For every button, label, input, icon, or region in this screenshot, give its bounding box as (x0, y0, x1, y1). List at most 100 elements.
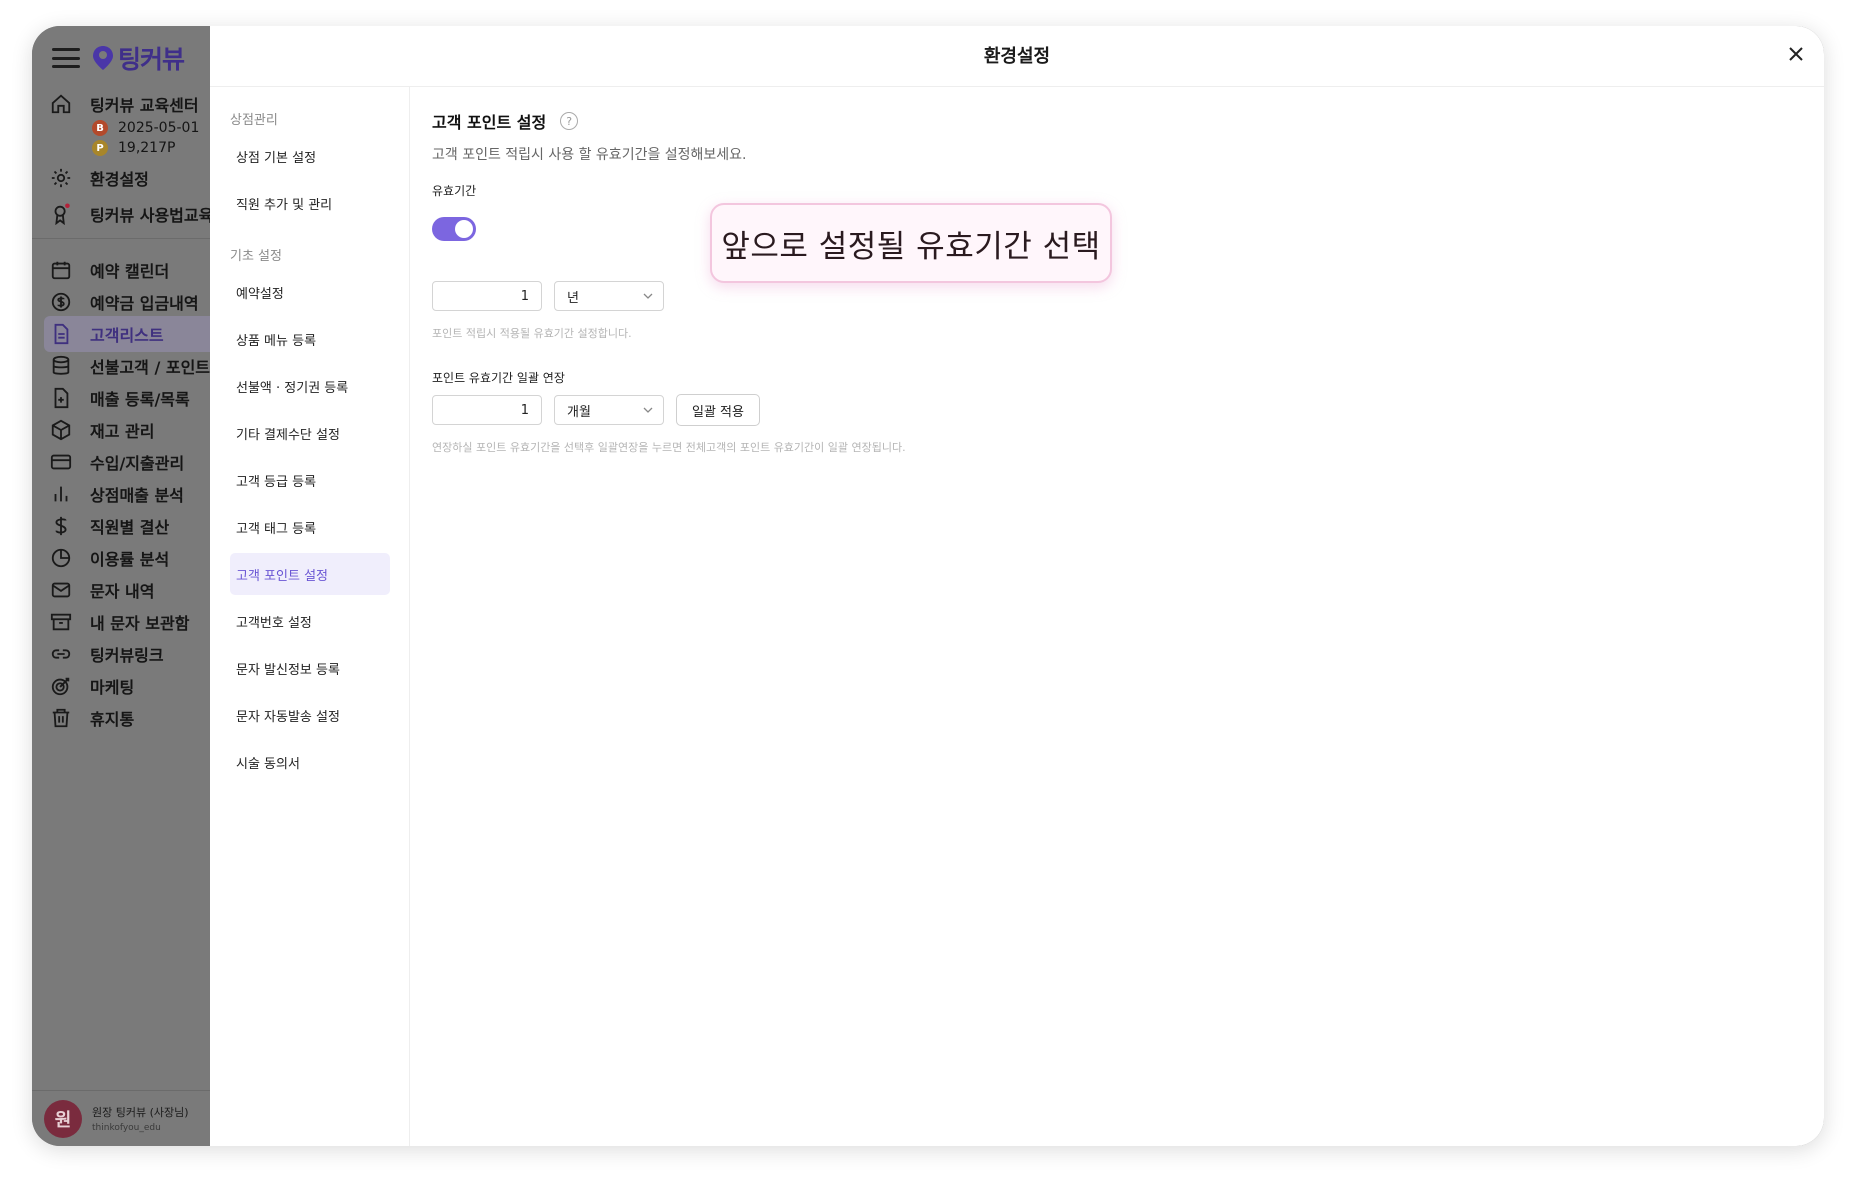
menu-item-reservation[interactable]: 예약설정 (230, 271, 390, 313)
file-plus-icon (54, 387, 69, 409)
award-icon (54, 203, 70, 225)
target-icon (51, 677, 70, 696)
nav-label: 직원별 결산 (90, 518, 170, 537)
user-name: 원장 팅커뷰 (사장님) (92, 1106, 189, 1119)
nav-item-customer-list[interactable]: 고객리스트 (44, 316, 224, 352)
bulk-value-input[interactable] (432, 395, 542, 425)
nav-label: 상점매출 분석 (90, 486, 184, 505)
dollar-circle-icon (51, 292, 71, 312)
tutorial-callout: 앞으로 설정될 유효기간 선택 (710, 203, 1112, 283)
nav-label: 팅커뷰 사용법교육 (90, 206, 214, 225)
menu-item-customer-tag[interactable]: 고객 태그 등록 (230, 506, 390, 548)
nav-item-sms-box[interactable]: 내 문자 보관함 (50, 610, 189, 634)
modal-header: 환경설정 (210, 26, 1824, 87)
nav-label: 팅커뷰 교육센터 (90, 96, 199, 115)
validity-value-input[interactable] (432, 281, 542, 311)
nav-label: 마케팅 (90, 678, 135, 697)
archive-icon (50, 613, 72, 631)
mail-icon (51, 582, 71, 598)
menu-item-sms-auto[interactable]: 문자 자동발송 설정 (230, 694, 390, 736)
settings-nav: 상점관리 상점 기본 설정 직원 추가 및 관리 기초 설정 예약설정 상품 메… (210, 87, 410, 1146)
nav-item-settings[interactable]: 환경설정 (50, 166, 149, 190)
nav-item-inventory[interactable]: 재고 관리 (50, 418, 154, 442)
points-value: 19,217P (118, 140, 176, 156)
dollar-icon (55, 516, 67, 536)
bulk-apply-button[interactable]: 일괄 적용 (676, 394, 760, 426)
nav-item-sms-history[interactable]: 문자 내역 (50, 578, 154, 602)
app-logo[interactable]: 팅커뷰 (92, 40, 185, 76)
validity-hint: 포인트 적립시 적용될 유효기간 설정합니다. (432, 327, 632, 340)
gear-icon (51, 168, 71, 188)
nav-item-trash[interactable]: 휴지통 (50, 706, 134, 730)
menu-item-customer-grade[interactable]: 고객 등급 등록 (230, 459, 390, 501)
menu-item-payment-methods[interactable]: 기타 결제수단 설정 (230, 412, 390, 454)
hamburger-menu-icon[interactable] (52, 48, 80, 68)
nav-item-sales[interactable]: 매출 등록/목록 (50, 386, 190, 410)
modal-title: 환경설정 (983, 46, 1051, 67)
nav-item-staff-settle[interactable]: 직원별 결산 (50, 514, 169, 538)
user-profile[interactable]: 원 원장 팅커뷰 (사장님) thinkofyou_edu (32, 1090, 210, 1146)
nav-label: 이용률 분석 (90, 550, 170, 569)
menu-item-product-menu[interactable]: 상품 메뉴 등록 (230, 318, 390, 360)
document-icon (54, 323, 69, 345)
nav-item-income[interactable]: 수입/지출관리 (50, 450, 184, 474)
nav-label: 팅커뷰링크 (90, 646, 164, 665)
help-icon[interactable]: ? (560, 112, 579, 130)
app-frame: 팅커뷰 팅커뷰 교육센터 B 2025-05-01 P 19,217P 환경설정… (32, 26, 1824, 1146)
b-coin-icon: B (92, 120, 108, 136)
chevron-down-icon (643, 293, 653, 299)
menu-item-customer-points[interactable]: 고객 포인트 설정 (230, 553, 390, 595)
nav-item-deposits[interactable]: 예약금 입금내역 (50, 290, 199, 314)
nav-item-calendar[interactable]: 예약 캘린더 (50, 258, 169, 282)
credit-card-icon (50, 454, 72, 470)
menu-item-store-basic[interactable]: 상점 기본 설정 (230, 135, 390, 177)
app-topbar: 팅커뷰 (52, 40, 185, 76)
validity-toggle[interactable] (432, 217, 476, 241)
nav-item-usage-analysis[interactable]: 이용률 분석 (50, 546, 169, 570)
calendar-icon (51, 261, 71, 280)
menu-item-consent[interactable]: 시술 동의서 (230, 741, 390, 783)
nav-label: 매출 등록/목록 (90, 390, 190, 409)
settings-modal: 환경설정 상점관리 상점 기본 설정 직원 추가 및 관리 기초 설정 예약설정… (210, 26, 1824, 1146)
nav-item-edu-center[interactable]: 팅커뷰 교육센터 (50, 92, 199, 116)
menu-item-customer-number[interactable]: 고객번호 설정 (230, 600, 390, 642)
store-points: P 19,217P (92, 140, 175, 156)
sidebar-divider (32, 238, 210, 239)
section-title: 고객 포인트 설정 ? (432, 109, 579, 133)
nav-label: 예약 캘린더 (90, 262, 170, 281)
nav-label: 휴지통 (90, 710, 135, 729)
app-sidebar: 팅커뷰 팅커뷰 교육센터 B 2025-05-01 P 19,217P 환경설정… (32, 26, 239, 1146)
group-label-basic: 기초 설정 (230, 249, 282, 264)
chevron-down-icon (643, 407, 653, 413)
select-value: 개월 (567, 404, 591, 420)
settings-content: 고객 포인트 설정 ? 고객 포인트 적립시 사용 할 유효기간을 설정해보세요… (432, 87, 1824, 1146)
bulk-unit-select[interactable]: 개월 (554, 395, 664, 425)
menu-item-staff[interactable]: 직원 추가 및 관리 (230, 182, 390, 224)
logo-pin-icon (93, 46, 113, 70)
select-value: 년 (567, 290, 579, 306)
close-icon[interactable] (1784, 42, 1808, 66)
nav-label: 환경설정 (90, 170, 149, 189)
store-date: 2025-05-01 (118, 120, 200, 136)
nav-label: 내 문자 보관함 (90, 614, 190, 633)
nav-label: 문자 내역 (90, 582, 155, 601)
nav-item-tutorial[interactable]: 팅커뷰 사용법교육 (50, 202, 213, 226)
nav-item-marketing[interactable]: 마케팅 (50, 674, 134, 698)
nav-label: 수입/지출관리 (90, 454, 185, 473)
bulk-extend-label: 포인트 유효기간 일괄 연장 (432, 371, 565, 385)
pie-chart-icon (51, 548, 71, 568)
home-icon (51, 94, 71, 114)
section-title-text: 고객 포인트 설정 (432, 113, 547, 132)
link-icon (51, 649, 71, 659)
p-coin-icon: P (92, 140, 108, 156)
nav-item-link[interactable]: 팅커뷰링크 (50, 642, 164, 666)
avatar: 원 (44, 1099, 82, 1138)
validity-unit-select[interactable]: 년 (554, 281, 664, 311)
group-label-store: 상점관리 (230, 113, 278, 128)
nav-item-store-analysis[interactable]: 상점매출 분석 (50, 482, 184, 506)
menu-item-sms-sender[interactable]: 문자 발신정보 등록 (230, 647, 390, 689)
validity-label: 유효기간 (432, 184, 477, 198)
logo-text: 팅커뷰 (118, 45, 185, 74)
section-description: 고객 포인트 적립시 사용 할 유효기간을 설정해보세요. (432, 147, 747, 163)
menu-item-prepaid[interactable]: 선불액 · 정기권 등록 (230, 365, 390, 407)
